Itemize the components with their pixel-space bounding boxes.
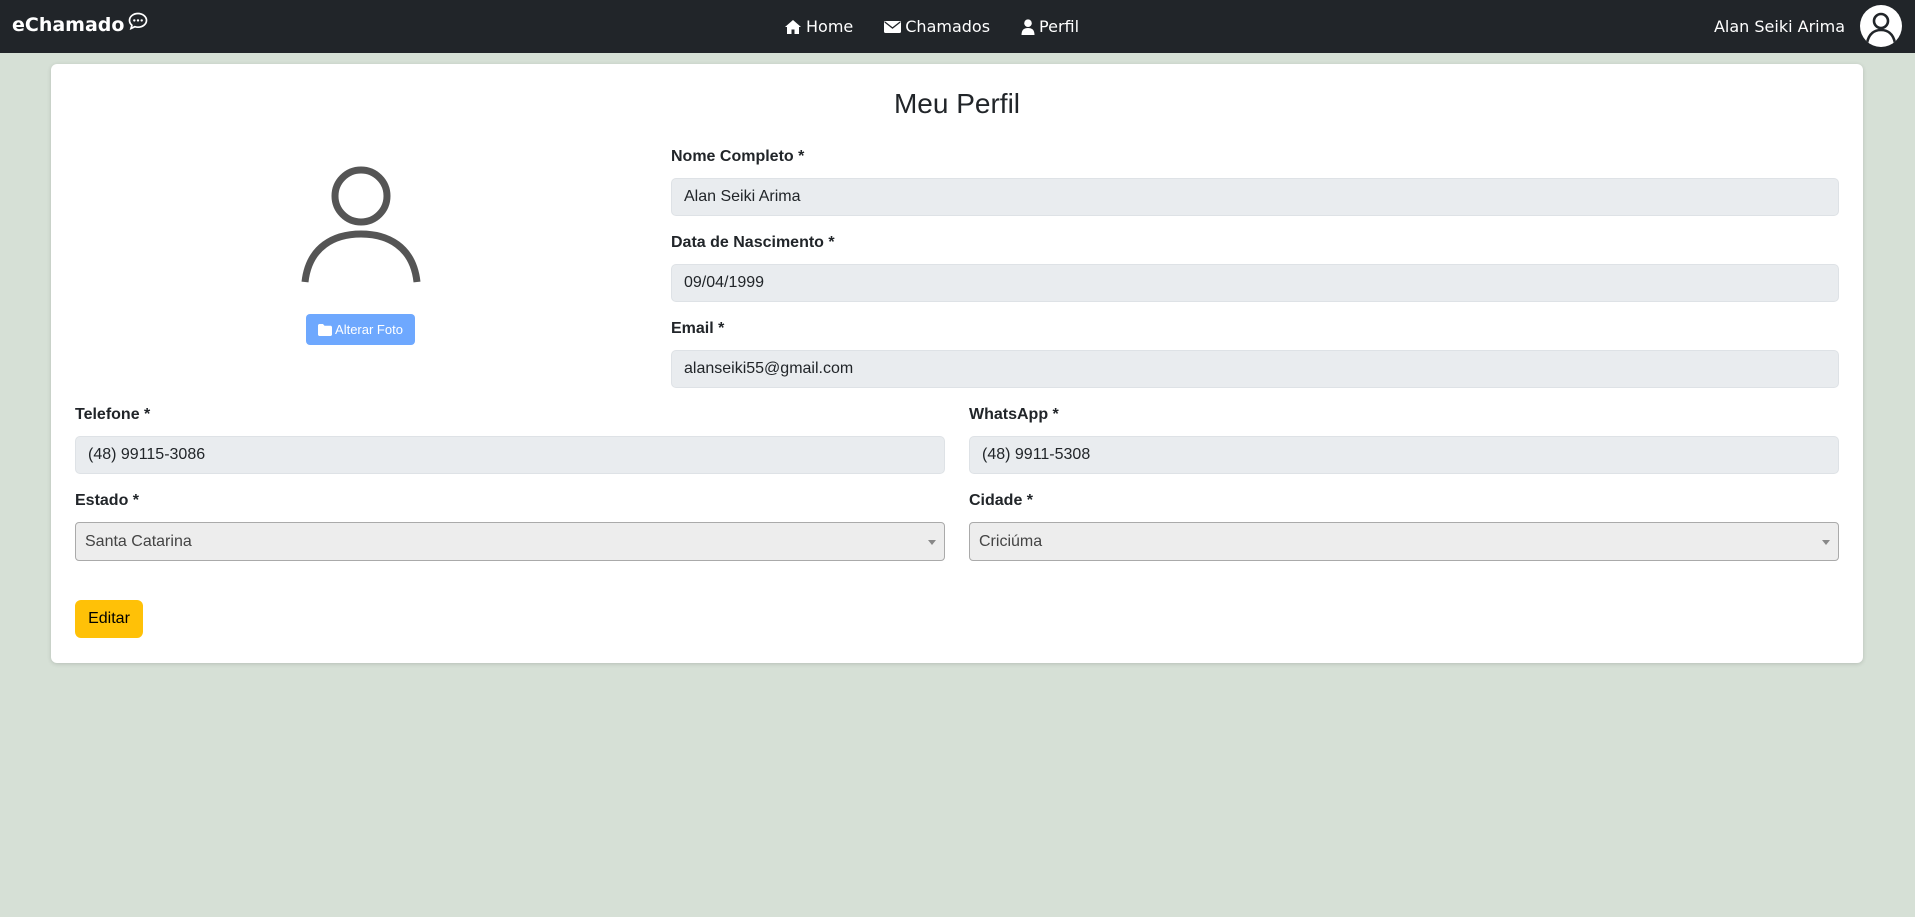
page-title: Meu Perfil — [893, 88, 1021, 119]
user-icon — [1021, 18, 1035, 35]
whatsapp-value: (48) 9911-5308 — [982, 446, 1091, 463]
nascimento-field[interactable]: 09/04/1999 — [671, 264, 1839, 302]
navbar-user-name[interactable]: Alan Seiki Arima — [1714, 0, 1845, 53]
estado-value: Santa Catarina — [85, 532, 192, 550]
email-label: Email * — [671, 320, 725, 337]
brand-name: eChamado — [12, 14, 125, 36]
whatsapp-label: WhatsApp * — [969, 406, 1059, 423]
chevron-down-icon — [1822, 540, 1830, 545]
user-avatar-icon — [1865, 12, 1897, 44]
change-photo-label: Alterar Foto — [335, 322, 403, 337]
whatsapp-field[interactable]: (48) 9911-5308 — [969, 436, 1839, 474]
nome-field[interactable]: Alan Seiki Arima — [671, 178, 1839, 216]
main-nav: Home Chamados Perfil — [784, 0, 1079, 53]
chat-bubble-icon — [129, 12, 148, 30]
nav-link-chamados-label: Chamados — [905, 17, 991, 36]
nascimento-label: Data de Nascimento * — [671, 234, 835, 251]
email-value: alanseiki55@gmail.com — [684, 360, 854, 377]
envelope-icon — [884, 20, 902, 33]
change-photo-button[interactable]: Alterar Foto — [306, 314, 415, 345]
home-icon — [785, 19, 801, 34]
nascimento-value: 09/04/1999 — [684, 274, 765, 291]
chevron-down-icon — [928, 540, 936, 545]
brand-logo[interactable]: eChamado — [12, 10, 148, 40]
estado-select[interactable]: Santa Catarina — [75, 522, 945, 561]
folder-icon — [318, 323, 333, 336]
profile-picture-icon — [301, 166, 421, 283]
nome-value: Alan Seiki Arima — [684, 188, 801, 205]
nav-link-perfil-label: Perfil — [1039, 17, 1080, 36]
cidade-select[interactable]: Criciúma — [969, 522, 1839, 561]
telefone-label: Telefone * — [75, 406, 151, 423]
telefone-field[interactable]: (48) 99115-3086 — [75, 436, 945, 474]
nav-link-perfil[interactable]: Perfil — [1021, 17, 1079, 36]
nav-link-home-label: Home — [806, 17, 854, 36]
profile-card: Meu Perfil Alterar Foto Nome Completo * … — [51, 64, 1863, 663]
nav-link-chamados[interactable]: Chamados — [884, 17, 990, 36]
estado-label: Estado * — [75, 492, 140, 509]
cidade-label: Cidade * — [969, 492, 1034, 509]
edit-button[interactable]: Editar — [75, 600, 143, 638]
top-navbar: eChamado Home Chamados Perfil Alan Seiki… — [0, 0, 1915, 53]
nome-label: Nome Completo * — [671, 148, 805, 165]
email-field[interactable]: alanseiki55@gmail.com — [671, 350, 1839, 388]
cidade-value: Criciúma — [979, 532, 1043, 550]
telefone-value: (48) 99115-3086 — [88, 446, 206, 463]
navbar-avatar[interactable] — [1860, 5, 1902, 47]
nav-link-home[interactable]: Home — [784, 17, 853, 36]
